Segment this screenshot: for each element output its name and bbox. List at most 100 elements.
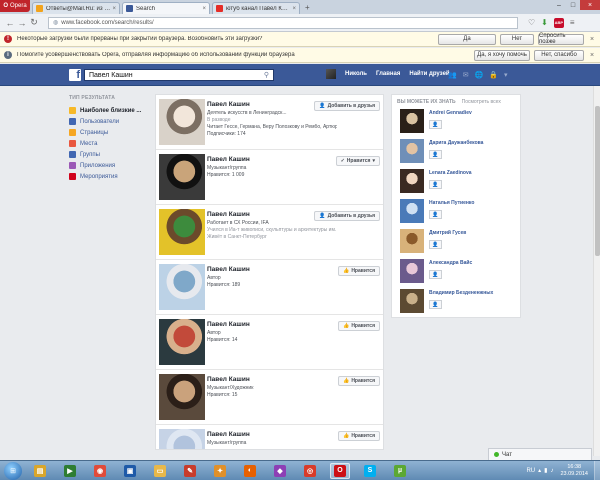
tab-search[interactable]: Search × xyxy=(122,2,210,14)
close-icon[interactable]: × xyxy=(292,6,296,12)
settings-icon[interactable]: ▾ xyxy=(504,71,508,79)
scrollbar-thumb[interactable] xyxy=(595,106,600,256)
tray-arrow-icon[interactable]: ▴ xyxy=(538,467,541,474)
notifications-icon[interactable]: 🌐 xyxy=(475,71,484,79)
download-icon[interactable]: ⬇ xyxy=(541,18,548,27)
add-friend-icon[interactable]: 👤 xyxy=(429,240,442,249)
maximize-icon[interactable]: □ xyxy=(566,0,580,10)
messages-icon[interactable]: ✉ xyxy=(463,71,469,79)
nav-home-link[interactable]: Главная xyxy=(376,71,400,77)
result-name-link[interactable]: Павел Кашин xyxy=(207,321,337,328)
suggestion-name-link[interactable]: Дмитрий Гусев xyxy=(429,230,466,236)
address-field[interactable]: ◍ www.facebook.com/search/results/ xyxy=(48,16,518,29)
add-friend-button[interactable]: 👤 Добавить в друзья xyxy=(314,101,380,111)
result-name-link[interactable]: Павел Кашин xyxy=(207,156,337,163)
suggestion-name-link[interactable]: Lenara Zaedinova xyxy=(429,170,472,176)
taskbar-app[interactable]: ◉ xyxy=(90,463,110,479)
profile-photo[interactable] xyxy=(159,429,205,449)
no-button[interactable]: Нет xyxy=(500,33,534,45)
taskbar-app[interactable]: ▣ xyxy=(120,463,140,479)
nav-profile-link[interactable]: Николь xyxy=(345,71,367,77)
sidebar-item[interactable]: Группы xyxy=(69,149,153,160)
yes-button[interactable]: Да xyxy=(438,33,496,45)
add-friend-icon[interactable]: 👤 xyxy=(429,120,442,129)
volume-icon[interactable]: ♪ xyxy=(550,468,553,474)
close-icon[interactable]: × xyxy=(588,52,596,59)
profile-photo[interactable] xyxy=(159,374,205,420)
taskbar-app[interactable]: ▤ xyxy=(30,463,50,479)
add-friend-icon[interactable]: 👤 xyxy=(429,150,442,159)
result-name-link[interactable]: Павел Кашин xyxy=(207,266,337,273)
no-thanks-button[interactable]: Нет, спасибо xyxy=(534,49,584,61)
suggestion-name-link[interactable]: Наталья Путиенко xyxy=(429,200,474,206)
taskbar-app[interactable]: ◆ xyxy=(270,463,290,479)
language-indicator[interactable]: RU xyxy=(526,468,535,474)
minimize-icon[interactable]: – xyxy=(552,0,566,10)
adblock-icon[interactable]: ABP xyxy=(553,17,564,28)
suggestion-photo[interactable] xyxy=(400,259,424,283)
help-yes-button[interactable]: Да, я хочу помочь xyxy=(474,49,530,61)
result-name-link[interactable]: Павел Кашин xyxy=(207,376,337,383)
profile-photo[interactable] xyxy=(159,319,205,365)
profile-photo[interactable] xyxy=(159,154,205,200)
like-button[interactable]: 👍 Нравится xyxy=(338,376,380,386)
sidebar-item[interactable]: Наиболее близкие ... xyxy=(69,105,153,116)
tab-youtube[interactable]: ютуб канал Павел Кашин × xyxy=(212,2,300,14)
close-icon[interactable]: × xyxy=(202,6,206,12)
suggestion-photo[interactable] xyxy=(400,169,424,193)
sidebar-item[interactable]: Страницы xyxy=(69,127,153,138)
taskbar-app[interactable]: S xyxy=(360,463,380,479)
sidebar-item[interactable]: Места xyxy=(69,138,153,149)
taskbar-app[interactable]: µ xyxy=(390,463,410,479)
close-icon[interactable]: × xyxy=(112,6,116,12)
heart-icon[interactable]: ♡ xyxy=(528,18,535,27)
opera-menu-button[interactable]: O Opera xyxy=(0,0,30,12)
profile-photo[interactable] xyxy=(159,99,205,145)
add-friend-button[interactable]: 👤 Добавить в друзья xyxy=(314,211,380,221)
taskbar-app[interactable]: ✎ xyxy=(180,463,200,479)
page-scrollbar[interactable] xyxy=(593,86,600,456)
profile-photo[interactable] xyxy=(159,209,205,255)
menu-icon[interactable]: ≡ xyxy=(570,18,575,27)
chat-tab[interactable]: Чат xyxy=(488,448,592,460)
facebook-search-input[interactable]: Павел Кашин ⚲ xyxy=(84,69,274,81)
tab-mail-ru[interactable]: Ответы@Mail.Ru: из чего сделан... × xyxy=(32,2,120,14)
suggestion-photo[interactable] xyxy=(400,139,424,163)
taskbar-app[interactable]: ✦ xyxy=(210,463,230,479)
suggestion-name-link[interactable]: Andrei Gennadiev xyxy=(429,110,472,116)
privacy-icon[interactable]: 🔒 xyxy=(489,71,498,79)
nav-find-friends-link[interactable]: Найти друзей xyxy=(409,71,449,77)
like-button[interactable]: ✓ Нравится ▾ xyxy=(335,156,380,166)
sidebar-item[interactable]: Мероприятия xyxy=(69,171,153,182)
taskbar-app[interactable]: ◐ xyxy=(240,463,260,479)
forward-icon[interactable]: → xyxy=(16,18,28,28)
friend-requests-icon[interactable]: 👥 xyxy=(448,71,457,79)
taskbar-app[interactable]: ▶ xyxy=(60,463,80,479)
like-button[interactable]: 👍 Нравится xyxy=(338,266,380,276)
sidebar-item[interactable]: Приложения xyxy=(69,160,153,171)
new-tab-icon[interactable]: + xyxy=(305,3,310,12)
result-name-link[interactable]: Павел Кашин xyxy=(207,431,337,438)
suggestion-photo[interactable] xyxy=(400,289,424,313)
show-desktop-button[interactable] xyxy=(594,460,600,480)
add-friend-icon[interactable]: 👤 xyxy=(429,180,442,189)
suggestion-name-link[interactable]: Александра Вайс xyxy=(429,260,472,266)
suggestion-photo[interactable] xyxy=(400,229,424,253)
like-button[interactable]: 👍 Нравится xyxy=(338,431,380,441)
clock[interactable]: 16:38 23.09.2014 xyxy=(560,464,588,478)
suggestion-name-link[interactable]: Владимир Бездененжных xyxy=(429,290,493,296)
start-button[interactable]: ⊞ xyxy=(4,461,22,480)
reload-icon[interactable]: ↻ xyxy=(28,17,40,28)
close-icon[interactable]: × xyxy=(588,36,596,43)
facebook-logo-icon[interactable]: f xyxy=(69,69,81,81)
add-friend-icon[interactable]: 👤 xyxy=(429,270,442,279)
taskbar-app[interactable]: ▭ xyxy=(150,463,170,479)
see-all-link[interactable]: Посмотреть всех xyxy=(462,99,501,105)
search-icon[interactable]: ⚲ xyxy=(264,71,269,79)
suggestion-name-link[interactable]: Дарига Даужанбекова xyxy=(429,140,483,146)
suggestion-photo[interactable] xyxy=(400,109,424,133)
ask-later-button[interactable]: Спросить позже xyxy=(538,33,584,45)
add-friend-icon[interactable]: 👤 xyxy=(429,300,442,309)
avatar[interactable] xyxy=(326,69,336,79)
back-icon[interactable]: ← xyxy=(4,18,16,28)
